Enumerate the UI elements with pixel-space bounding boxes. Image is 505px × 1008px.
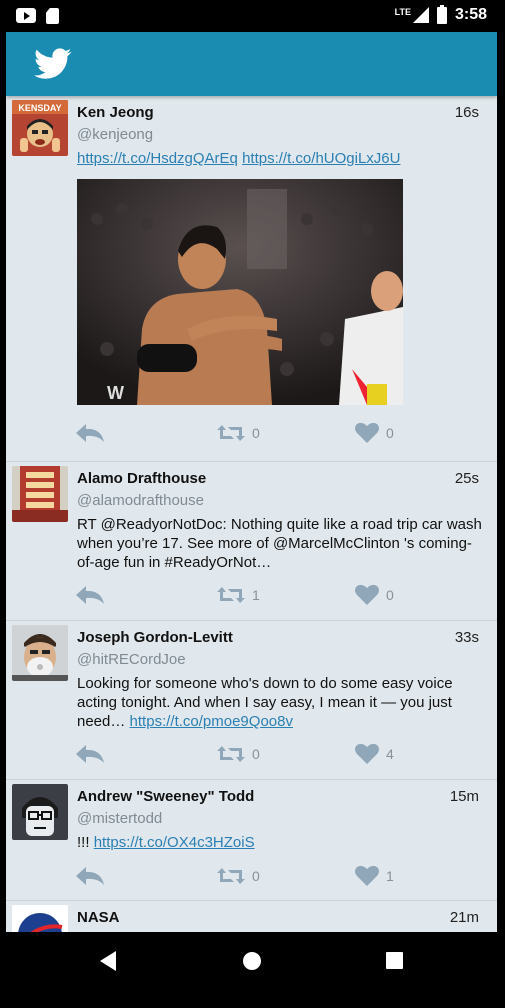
heart-icon	[355, 584, 379, 605]
tweet-author-name[interactable]: Joseph Gordon-Levitt	[77, 629, 233, 646]
reply-icon	[76, 867, 104, 885]
tweet-item[interactable]: KENSDAY Ken Jeong 16s @kenjeong https://…	[6, 96, 497, 462]
avatar-alamodrafthouse[interactable]	[12, 466, 68, 522]
tweet-link[interactable]: https://t.co/OX4c3HZoiS	[94, 834, 255, 851]
tweet-author-handle[interactable]: @kenjeong	[77, 126, 153, 143]
system-navigation-bar	[0, 932, 505, 1008]
like-button[interactable]: 1	[354, 865, 394, 887]
back-icon[interactable]	[98, 950, 118, 972]
like-count: 1	[386, 868, 394, 884]
retweet-count: 0	[252, 425, 260, 441]
tweet-item[interactable]: Joseph Gordon-Levitt 33s @hitRECordJoe L…	[6, 621, 497, 780]
app-header	[6, 32, 497, 96]
recents-icon[interactable]	[385, 950, 405, 972]
tweet-text: !!! https://t.co/OX4c3HZoiS	[77, 833, 487, 852]
avatar-logo-text: KENSDAY	[18, 103, 61, 113]
heart-icon	[355, 422, 379, 443]
tweet-link[interactable]: https://t.co/HsdzgQArEq	[77, 150, 238, 167]
home-icon[interactable]	[241, 950, 263, 972]
tweet-item[interactable]: Alamo Drafthouse 25s @alamodrafthouse RT…	[6, 462, 497, 621]
network-type: LTE	[394, 7, 411, 17]
like-button[interactable]: 0	[354, 584, 394, 606]
like-count: 0	[386, 425, 394, 441]
retweet-count: 0	[252, 746, 260, 762]
reply-icon	[76, 586, 104, 604]
app-window: KENSDAY Ken Jeong 16s @kenjeong https://…	[6, 32, 497, 932]
sd-card-icon	[46, 8, 59, 24]
retweet-count: 1	[252, 587, 260, 603]
tweet-author-handle[interactable]: @hitRECordJoe	[77, 651, 186, 668]
tweet-author-name[interactable]: Alamo Drafthouse	[77, 470, 206, 487]
tweet-text: Looking for someone who's down to do som…	[77, 674, 487, 731]
tweet-timestamp: 16s	[454, 104, 479, 121]
avatar-kenjeong[interactable]: KENSDAY	[12, 100, 68, 156]
tweet-author-name[interactable]: Ken Jeong	[77, 104, 154, 121]
retweet-icon	[217, 868, 245, 884]
retweet-icon	[217, 587, 245, 603]
retweet-button[interactable]: 0	[216, 422, 260, 444]
tweet-timestamp: 25s	[454, 470, 479, 487]
tweet-author-handle[interactable]: @alamodrafthouse	[77, 492, 204, 509]
tweet-author-handle[interactable]: @mistertodd	[77, 810, 162, 827]
retweet-icon	[217, 425, 245, 441]
reply-button[interactable]	[74, 422, 106, 444]
timeline-feed[interactable]: KENSDAY Ken Jeong 16s @kenjeong https://…	[6, 96, 497, 932]
reply-icon	[76, 745, 104, 763]
tweet-text-content: !!!	[77, 834, 90, 851]
retweet-icon	[217, 746, 245, 762]
status-bar: LTE 3:58	[0, 0, 505, 32]
retweet-button[interactable]: 0	[216, 865, 260, 887]
twitter-bird-icon[interactable]	[34, 48, 72, 80]
battery-icon	[436, 4, 447, 24]
reply-button[interactable]	[74, 743, 106, 765]
retweet-count: 0	[252, 868, 260, 884]
heart-icon	[355, 865, 379, 886]
tweet-timestamp: 15m	[449, 788, 479, 805]
retweet-button[interactable]: 1	[216, 584, 260, 606]
youtube-notification-icon	[16, 8, 36, 23]
like-button[interactable]: 4	[354, 743, 394, 765]
tweet-media-gif[interactable]: W	[77, 179, 403, 405]
svg-text:W: W	[107, 383, 124, 403]
avatar-mistertodd[interactable]	[12, 784, 68, 840]
tweet-author-name[interactable]: Andrew "Sweeney" Todd	[77, 788, 254, 805]
tweet-text: https://t.co/HsdzgQArEq https://t.co/hUO…	[77, 149, 487, 168]
tweet-link[interactable]: https://t.co/hUOgiLxJ6U	[242, 150, 400, 167]
avatar-hitrecordjoe[interactable]	[12, 625, 68, 681]
tweet-item[interactable]: NASA 21m	[6, 901, 497, 932]
tweet-item[interactable]: Andrew "Sweeney" Todd 15m @mistertodd !!…	[6, 780, 497, 901]
like-button[interactable]: 0	[354, 422, 394, 444]
avatar-nasa[interactable]	[12, 905, 68, 932]
reply-button[interactable]	[74, 584, 106, 606]
tweet-timestamp: 33s	[454, 629, 479, 646]
clock: 3:58	[454, 6, 487, 23]
tweet-text: RT @ReadyorNotDoc: Nothing quite like a …	[77, 516, 482, 571]
retweet-button[interactable]: 0	[216, 743, 260, 765]
heart-icon	[355, 743, 379, 764]
tweet-timestamp: 21m	[449, 909, 479, 926]
reply-icon	[76, 424, 104, 442]
tweet-author-name[interactable]: NASA	[77, 909, 120, 926]
reply-button[interactable]	[74, 865, 106, 887]
signal-icon	[412, 7, 429, 23]
like-count: 0	[386, 587, 394, 603]
tweet-link[interactable]: https://t.co/pmoe9Qoo8v	[130, 713, 293, 730]
like-count: 4	[386, 746, 394, 762]
